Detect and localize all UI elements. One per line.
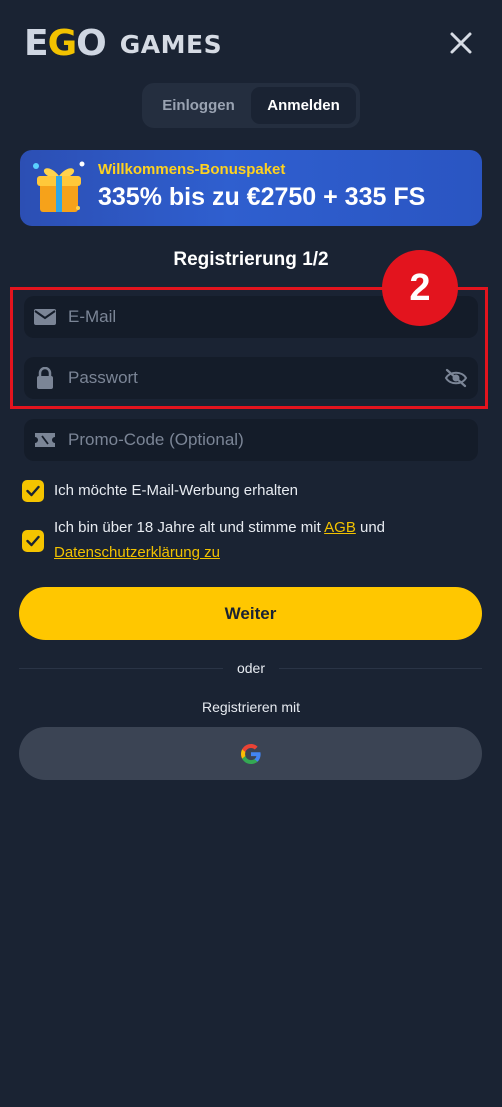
check-icon xyxy=(26,535,40,547)
or-separator: oder xyxy=(0,660,502,676)
bonus-banner[interactable]: Willkommens-Bonuspaket 335% bis zu €2750… xyxy=(20,150,482,226)
tab-register[interactable]: Anmelden xyxy=(251,87,356,124)
google-signup-button[interactable] xyxy=(19,727,482,780)
close-button[interactable] xyxy=(446,28,476,58)
continue-button[interactable]: Weiter xyxy=(19,587,482,640)
logo-letter-g: G xyxy=(47,23,78,64)
register-with-label: Registrieren mit xyxy=(201,699,301,715)
email-ads-label: Ich möchte E-Mail-Werbung erhalten xyxy=(54,482,298,499)
banner-title: Willkommens-Bonuspaket xyxy=(98,161,286,178)
promo-placeholder: Promo-Code (Optional) xyxy=(68,430,244,449)
gift-icon xyxy=(33,161,85,212)
terms-prefix: Ich bin über 18 Jahre alt und stimme mit xyxy=(54,519,321,536)
google-icon xyxy=(240,743,261,764)
email-ads-checkbox[interactable] xyxy=(22,480,44,502)
logo-games-text: GAMES xyxy=(119,29,223,59)
terms-checkbox[interactable] xyxy=(22,530,44,552)
logo-ego: E G O xyxy=(24,23,107,64)
privacy-link[interactable]: Datenschutzerklärung zu xyxy=(54,544,220,561)
tab-login[interactable]: Einloggen xyxy=(146,87,251,124)
check-icon xyxy=(26,485,40,497)
step-title-text: Registrierung xyxy=(173,249,297,270)
close-icon xyxy=(450,32,472,54)
banner-offer: 335% bis zu €2750 + 335 FS xyxy=(98,183,426,211)
or-label: oder xyxy=(222,660,280,676)
annotation-step-badge: 2 xyxy=(382,250,458,326)
terms-label: Ich bin über 18 Jahre alt und stimme mit… xyxy=(54,515,474,565)
logo-letter-e: E xyxy=(24,23,49,64)
brand-logo: E G O GAMES xyxy=(24,26,222,62)
promo-code-field[interactable]: Promo-Code (Optional) xyxy=(24,419,478,461)
auth-tabs: Einloggen Anmelden xyxy=(142,83,360,128)
ticket-icon xyxy=(32,430,58,450)
step-count: 1/2 xyxy=(302,249,329,270)
agb-link[interactable]: AGB xyxy=(324,519,356,536)
terms-and: und xyxy=(360,519,386,536)
logo-letter-o: O xyxy=(76,23,107,64)
